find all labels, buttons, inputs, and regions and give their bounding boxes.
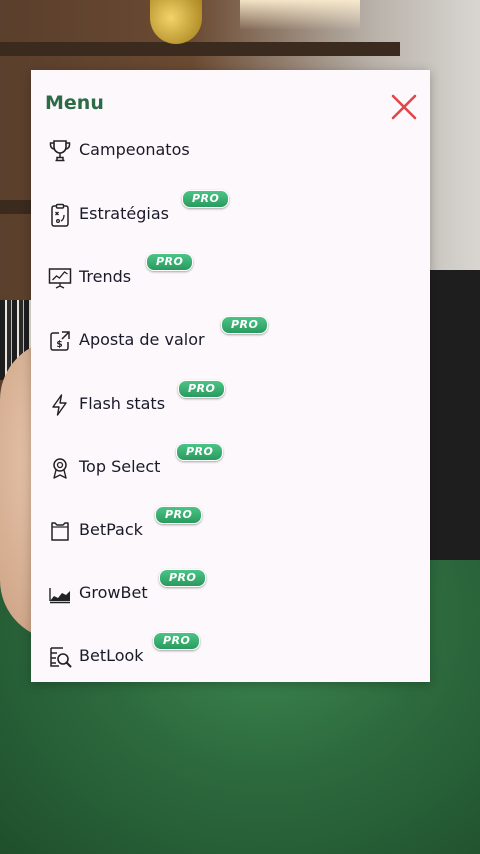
package-icon bbox=[51, 522, 69, 541]
menu-item-label: BetPack bbox=[79, 520, 143, 539]
close-icon bbox=[391, 94, 417, 120]
pro-badge: PRO bbox=[178, 380, 226, 398]
pro-badge: PRO bbox=[182, 190, 230, 208]
menu-panel: Menu Campeonatos Estratégias PRO Trends … bbox=[31, 70, 430, 682]
background-shelf bbox=[0, 42, 400, 56]
chart-presentation-icon bbox=[48, 268, 72, 289]
menu-item-label: Trends bbox=[79, 267, 132, 286]
menu-item-label: Flash stats bbox=[79, 394, 166, 413]
pro-badge: PRO bbox=[159, 569, 207, 587]
award-icon bbox=[53, 458, 67, 479]
pro-badge: PRO bbox=[153, 632, 201, 650]
lightning-icon bbox=[52, 394, 67, 416]
menu-item-betpack[interactable]: BetPack bbox=[47, 514, 387, 548]
menu-title: Menu bbox=[45, 92, 104, 114]
pro-badge: PRO bbox=[146, 253, 194, 271]
svg-text:$: $ bbox=[56, 340, 62, 350]
area-chart-icon bbox=[49, 588, 70, 604]
menu-item-label: Campeonatos bbox=[79, 140, 190, 159]
menu-item-label: BetLook bbox=[79, 646, 144, 665]
pro-badge: PRO bbox=[155, 506, 203, 524]
menu-item-label: GrowBet bbox=[79, 583, 148, 602]
trophy-icon bbox=[49, 140, 71, 162]
money-link-icon: $ bbox=[50, 331, 70, 351]
menu-item-trends[interactable]: Trends bbox=[47, 261, 387, 295]
close-button[interactable] bbox=[389, 92, 419, 122]
menu-item-growbet[interactable]: GrowBet bbox=[47, 577, 387, 611]
pro-badge: PRO bbox=[176, 443, 224, 461]
menu-item-label: Top Select bbox=[79, 457, 161, 476]
menu-item-aposta-de-valor[interactable]: $ Aposta de valor bbox=[47, 324, 387, 358]
clipboard-strategy-icon bbox=[51, 203, 69, 227]
menu-item-label: Aposta de valor bbox=[79, 330, 205, 349]
menu-item-betlook[interactable]: BetLook bbox=[47, 640, 387, 674]
pro-badge: PRO bbox=[221, 316, 269, 334]
menu-item-label: Estratégias bbox=[79, 204, 169, 223]
menu-item-campeonatos[interactable]: Campeonatos bbox=[47, 134, 387, 168]
background-light bbox=[240, 0, 360, 30]
search-document-icon bbox=[50, 647, 72, 668]
